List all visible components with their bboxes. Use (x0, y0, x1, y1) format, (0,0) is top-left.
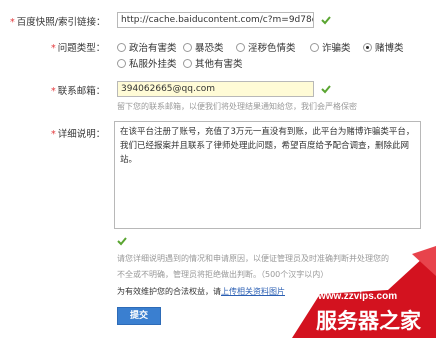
radio-button[interactable] (117, 42, 126, 52)
radio-button[interactable] (183, 58, 192, 68)
radio-gambling[interactable]: 赌博类 (363, 40, 404, 54)
url-input[interactable]: http://cache.baiducontent.com/c?m=9d78d5… (117, 12, 314, 28)
required-star: * (10, 17, 15, 28)
email-input[interactable]: 394062665@qq.com (117, 81, 314, 97)
check-icon (321, 16, 331, 25)
radio-fraud[interactable]: 诈骗类 (310, 40, 351, 54)
radio-button-checked[interactable] (363, 42, 372, 52)
radio-button[interactable] (117, 58, 126, 68)
email-hint: 留下您的联系邮箱，以便我们将处理结果通知给您，我们会严格保密 (117, 102, 357, 111)
radio-terror[interactable]: 暴恐类 (183, 40, 224, 54)
check-icon (321, 85, 331, 94)
email-label: * 联系邮箱： (51, 86, 106, 97)
watermark-site: www.zzvips.com (318, 291, 398, 302)
radio-button[interactable] (183, 42, 192, 52)
upload-note: 为有效维护您的合法权益，请上传相关资料图片 (117, 287, 285, 296)
detail-textarea[interactable]: 在该平台注册了账号，充值了3万元一直没有到账，此平台为赌博诈骗类平台，我们已经报… (114, 121, 421, 229)
radio-other[interactable]: 其他有害类 (183, 56, 243, 70)
check-icon (117, 237, 127, 246)
issue-type-label: * 问题类型： (51, 43, 106, 54)
radio-porn[interactable]: 淫秽色情类 (236, 40, 296, 54)
detail-label: * 详细说明： (51, 129, 106, 140)
radio-politics[interactable]: 政治有害类 (117, 40, 177, 54)
watermark-brand: 服务器之家 (316, 309, 421, 333)
radio-button[interactable] (310, 42, 319, 52)
radio-cheat-server[interactable]: 私服外挂类 (117, 56, 177, 70)
upload-images-link[interactable]: 上传相关资料图片 (221, 287, 285, 296)
url-label: * 百度快照/索引链接： (10, 17, 106, 28)
radio-button[interactable] (236, 42, 245, 52)
submit-button[interactable]: 提交 (117, 307, 161, 325)
